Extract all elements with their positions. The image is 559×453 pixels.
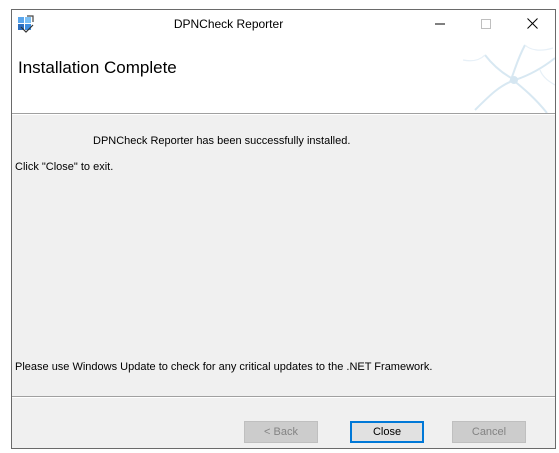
minimize-button[interactable] xyxy=(417,10,463,40)
maximize-button[interactable] xyxy=(463,10,509,40)
close-button[interactable]: Close xyxy=(350,421,424,443)
banner-artwork-icon xyxy=(455,40,555,113)
back-button[interactable]: < Back xyxy=(244,421,318,443)
banner-divider xyxy=(12,114,555,115)
page-title: Installation Complete xyxy=(18,58,177,77)
installer-window: DPNCheck Reporter Installation Complete xyxy=(11,9,556,449)
installed-message: DPNCheck Reporter has been successfully … xyxy=(93,135,351,147)
footer-divider-highlight xyxy=(12,397,555,398)
minimize-icon xyxy=(435,16,445,34)
title-bar[interactable]: DPNCheck Reporter xyxy=(12,10,555,40)
cancel-button[interactable]: Cancel xyxy=(452,421,526,443)
window-close-button[interactable] xyxy=(509,10,555,40)
dotnet-update-notice: Please use Windows Update to check for a… xyxy=(15,361,433,373)
exit-instruction: Click "Close" to exit. xyxy=(15,161,114,173)
maximize-icon xyxy=(481,16,491,34)
close-icon xyxy=(526,16,538,34)
header-banner: Installation Complete xyxy=(12,40,555,114)
